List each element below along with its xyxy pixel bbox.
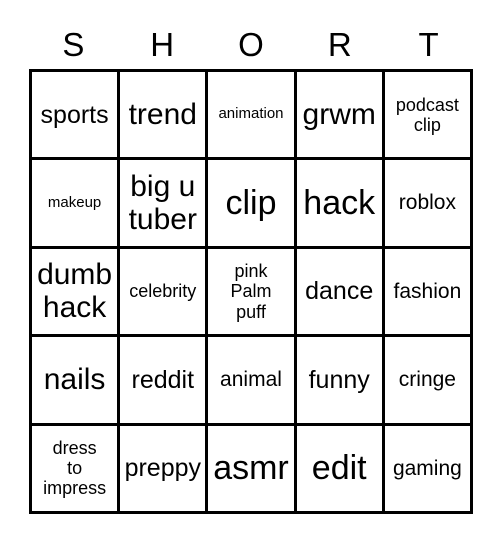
bingo-cell-label: pink Palm puff <box>230 261 272 322</box>
bingo-cell-label: animal <box>220 368 282 392</box>
bingo-cell-r1c3[interactable]: animation <box>208 72 297 161</box>
bingo-cell-r3c4[interactable]: dance <box>296 248 385 338</box>
bingo-header-letter-5: T <box>418 25 439 63</box>
bingo-cell-r1c1[interactable]: sports <box>32 72 121 161</box>
bingo-cell-r4c4[interactable]: funny <box>296 337 385 426</box>
bingo-cell-r4c2[interactable]: reddit <box>120 337 209 426</box>
bingo-header-letter-4: R <box>327 25 352 63</box>
bingo-cell-r3c3[interactable]: pink Palm puff <box>208 248 297 338</box>
bingo-cell-r3c5[interactable]: fashion <box>384 248 473 338</box>
bingo-cell-r5c3[interactable]: asmr <box>208 425 297 514</box>
bingo-cell-label: asmr <box>213 449 289 488</box>
bingo-cell-label: edit <box>311 449 367 488</box>
bingo-cell-r2c2[interactable]: big u tuber <box>120 160 209 249</box>
bingo-cell-label: celebrity <box>129 281 197 302</box>
bingo-header-letter-2: H <box>150 25 175 63</box>
bingo-cell-label: big u tuber <box>128 169 197 237</box>
bingo-cell-label: nails <box>43 363 106 397</box>
bingo-grid: sports trend animation grwm podcast clip make… <box>29 69 473 514</box>
bingo-cell-label: fashion <box>393 279 462 303</box>
bingo-cell-label: sports <box>40 100 109 129</box>
bingo-cell-label: animation <box>218 105 284 123</box>
bingo-cell-r2c4[interactable]: hack <box>296 160 385 249</box>
bingo-cell-r1c2[interactable]: trend <box>120 72 209 161</box>
bingo-cell-label: trend <box>128 97 197 131</box>
bingo-card: S H O R T sports trend animation grwm podcast cl… <box>0 0 501 544</box>
bingo-header-letter-3: O <box>238 25 264 63</box>
bingo-cell-label: cringe <box>398 368 456 392</box>
bingo-cell-label: roblox <box>398 191 456 215</box>
bingo-header-row: SHORT <box>29 20 473 68</box>
bingo-cell-label: dumb hack <box>37 257 113 325</box>
bingo-cell-r4c3[interactable]: animal <box>208 337 297 426</box>
bingo-cell-r5c5[interactable]: gaming <box>384 425 473 514</box>
bingo-cell-label: dance <box>305 277 374 306</box>
bingo-cell-r2c3[interactable]: clip <box>208 160 297 249</box>
bingo-cell-label: funny <box>308 365 370 394</box>
bingo-cell-label: preppy <box>124 454 202 483</box>
bingo-cell-r3c1[interactable]: dumb hack <box>32 248 121 338</box>
bingo-cell-r4c5[interactable]: cringe <box>384 337 473 426</box>
bingo-cell-r5c2[interactable]: preppy <box>120 425 209 514</box>
bingo-cell-r1c4[interactable]: grwm <box>296 72 385 161</box>
bingo-cell-label: clip <box>225 184 277 223</box>
bingo-cell-r2c5[interactable]: roblox <box>384 160 473 249</box>
bingo-cell-r2c1[interactable]: makeup <box>32 160 121 249</box>
bingo-cell-label: reddit <box>131 365 195 394</box>
bingo-cell-label: dress to impress <box>43 438 107 499</box>
bingo-cell-label: makeup <box>47 193 102 211</box>
bingo-cell-label: podcast clip <box>395 94 459 135</box>
bingo-cell-r5c1[interactable]: dress to impress <box>32 425 121 514</box>
bingo-cell-r5c4[interactable]: edit <box>296 425 385 514</box>
bingo-cell-label: hack <box>303 184 376 223</box>
bingo-cell-r4c1[interactable]: nails <box>32 337 121 426</box>
bingo-cell-label: gaming <box>392 456 462 480</box>
bingo-cell-r3c2[interactable]: celebrity <box>120 248 209 338</box>
bingo-header-letter-1: S <box>62 25 85 63</box>
bingo-cell-r1c5[interactable]: podcast clip <box>384 72 473 161</box>
bingo-cell-label: grwm <box>302 97 376 131</box>
